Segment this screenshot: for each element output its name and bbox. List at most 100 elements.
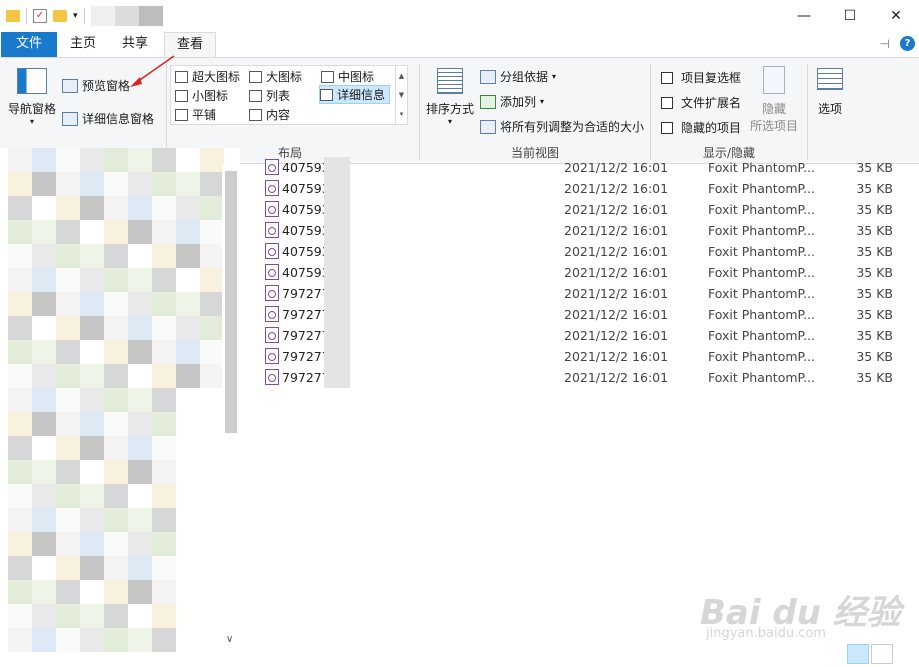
file-row[interactable]: 797277 2021/12/2 16:01 Foxit PhantomP... 35… xyxy=(256,325,906,346)
group-by-label: 分组依据 xyxy=(500,70,549,84)
help-icon[interactable]: ? xyxy=(900,36,915,51)
layout-option-label: 平铺 xyxy=(192,108,217,122)
blur-cell xyxy=(128,628,152,652)
customize-toolbar-icon[interactable]: ▾ xyxy=(73,11,78,21)
file-date: 2021/12/2 16:01 xyxy=(564,349,669,364)
add-column-button[interactable]: 添加列 ▾ xyxy=(480,93,544,110)
hide-selected-items-button[interactable]: 隐藏 所选项目 xyxy=(745,66,803,134)
blur-cell xyxy=(56,484,80,508)
properties-icon[interactable]: ✓ xyxy=(33,9,47,23)
blur-cell xyxy=(200,196,224,220)
blur-cell xyxy=(176,340,200,364)
blur-cell xyxy=(8,556,32,580)
layout-medium-icons[interactable]: 中图标 xyxy=(321,67,374,86)
chevron-down-icon[interactable]: ▼ xyxy=(399,91,404,99)
blur-cell xyxy=(200,268,224,292)
expand-gallery-icon[interactable]: ▾ xyxy=(400,110,404,118)
blur-cell xyxy=(200,436,224,460)
file-size: 35 KB xyxy=(856,202,893,217)
blur-cell xyxy=(56,364,80,388)
layout-details[interactable]: 详细信息 xyxy=(319,85,391,104)
large-icons-view-toggle[interactable] xyxy=(871,644,893,664)
file-row[interactable]: 797277 2021/12/2 16:01 Foxit PhantomP... 35… xyxy=(256,367,906,388)
file-row[interactable]: 407593 2021/12/2 16:01 Foxit PhantomP... 35… xyxy=(256,199,906,220)
blur-cell xyxy=(8,316,32,340)
blur-cell xyxy=(176,172,200,196)
tab-home[interactable]: 主页 xyxy=(60,32,106,57)
file-date: 2021/12/2 16:01 xyxy=(564,265,669,280)
layout-gallery-scroll[interactable]: ▲ ▼ ▾ xyxy=(395,66,407,124)
chevron-down-icon: ▾ xyxy=(540,97,545,106)
details-view-toggle[interactable] xyxy=(847,644,869,664)
details-pane-label: 详细信息窗格 xyxy=(82,112,155,126)
maximize-button[interactable]: ☐ xyxy=(827,0,873,31)
layout-tiles[interactable]: 平铺 xyxy=(175,105,216,124)
group-by-button[interactable]: 分组依据 ▾ xyxy=(480,68,556,85)
item-checkboxes-toggle[interactable]: 项目复选框 xyxy=(661,69,741,86)
blur-cell xyxy=(8,268,32,292)
layout-extra-large-icons[interactable]: 超大图标 xyxy=(175,67,240,86)
blur-cell xyxy=(56,148,80,172)
file-row[interactable]: 797277 2021/12/2 16:01 Foxit PhantomP... 35… xyxy=(256,283,906,304)
file-row[interactable]: 407593 2021/12/2 16:01 Foxit PhantomP... 35… xyxy=(256,178,906,199)
new-folder-icon[interactable] xyxy=(53,10,67,22)
nav-pane-button[interactable]: 导航窗格 ▾ xyxy=(6,68,58,126)
blur-cell xyxy=(128,172,152,196)
layout-large-icons[interactable]: 大图标 xyxy=(249,67,302,86)
minimize-button[interactable]: — xyxy=(781,0,827,31)
file-name-blurred xyxy=(324,304,350,325)
file-row[interactable]: 407593 2021/12/2 16:01 Foxit PhantomP... 35… xyxy=(256,220,906,241)
file-extensions-checkbox[interactable] xyxy=(661,96,673,109)
navigation-pane-scrollbar[interactable]: ∨ xyxy=(222,165,240,645)
blur-cell xyxy=(152,340,176,364)
blur-cell xyxy=(200,532,224,556)
options-button[interactable]: 选项 xyxy=(812,68,848,117)
file-date: 2021/12/2 16:01 xyxy=(564,307,669,322)
pdf-file-icon xyxy=(265,222,279,238)
group-by-icon xyxy=(480,69,496,84)
sort-by-button[interactable]: 排序方式 ▾ xyxy=(424,68,476,126)
file-row[interactable]: 407593 2021/12/2 16:01 Foxit PhantomP... 35… xyxy=(256,241,906,262)
blur-cell xyxy=(56,292,80,316)
blur-cell xyxy=(8,340,32,364)
file-row[interactable]: 797277 2021/12/2 16:01 Foxit PhantomP... 35… xyxy=(256,346,906,367)
chevron-up-icon[interactable]: ▲ xyxy=(399,72,404,80)
item-checkboxes-checkbox[interactable] xyxy=(661,71,673,84)
details-pane-button[interactable]: 详细信息窗格 xyxy=(62,110,154,127)
blur-cell xyxy=(80,532,104,556)
watermark-url: jingyan.baidu.com xyxy=(706,626,826,641)
blur-cell xyxy=(8,292,32,316)
layout-content[interactable]: 内容 xyxy=(249,105,290,124)
blur-cell xyxy=(200,364,224,388)
layout-list[interactable]: 列表 xyxy=(249,86,290,105)
blur-cell xyxy=(80,172,104,196)
file-row[interactable]: 797277 2021/12/2 16:01 Foxit PhantomP... 35… xyxy=(256,304,906,325)
chevron-down-icon: ▾ xyxy=(447,117,452,126)
tab-file[interactable]: 文件 xyxy=(1,32,57,57)
hidden-items-checkbox[interactable] xyxy=(661,121,673,134)
file-date: 2021/12/2 16:01 xyxy=(564,202,669,217)
layout-option-label: 详细信息 xyxy=(337,88,386,102)
hidden-items-toggle[interactable]: 隐藏的项目 xyxy=(661,119,741,136)
scrollbar-thumb[interactable] xyxy=(225,171,237,433)
pin-ribbon-icon[interactable]: ⊣ xyxy=(880,37,890,51)
file-row[interactable]: 407593 2021/12/2 16:01 Foxit PhantomP... 35… xyxy=(256,262,906,283)
quick-access-toolbar: ✓ ▾ xyxy=(6,6,163,26)
blur-cell xyxy=(8,412,32,436)
layout-small-icons[interactable]: 小图标 xyxy=(175,86,228,105)
file-name-blurred xyxy=(324,283,350,304)
file-row[interactable]: 407593 2021/12/2 16:01 Foxit PhantomP... 35… xyxy=(256,157,906,178)
preview-pane-button[interactable]: 预览窗格 xyxy=(62,77,130,94)
blur-cell xyxy=(152,604,176,628)
hide-selected-label-line2: 所选项目 xyxy=(749,119,798,133)
file-date: 2021/12/2 16:01 xyxy=(564,244,669,259)
file-name-blurred xyxy=(324,346,350,367)
file-type: Foxit PhantomP... xyxy=(708,223,816,238)
ribbon-tools: ⊣ ? xyxy=(880,36,915,51)
chevron-down-icon[interactable]: ∨ xyxy=(226,634,233,645)
file-extensions-toggle[interactable]: 文件扩展名 xyxy=(661,94,741,111)
blur-cell xyxy=(152,220,176,244)
fit-columns-button[interactable]: 将所有列调整为合适的大小 xyxy=(480,118,644,135)
blur-cell xyxy=(8,604,32,628)
close-button[interactable]: ✕ xyxy=(873,0,919,31)
